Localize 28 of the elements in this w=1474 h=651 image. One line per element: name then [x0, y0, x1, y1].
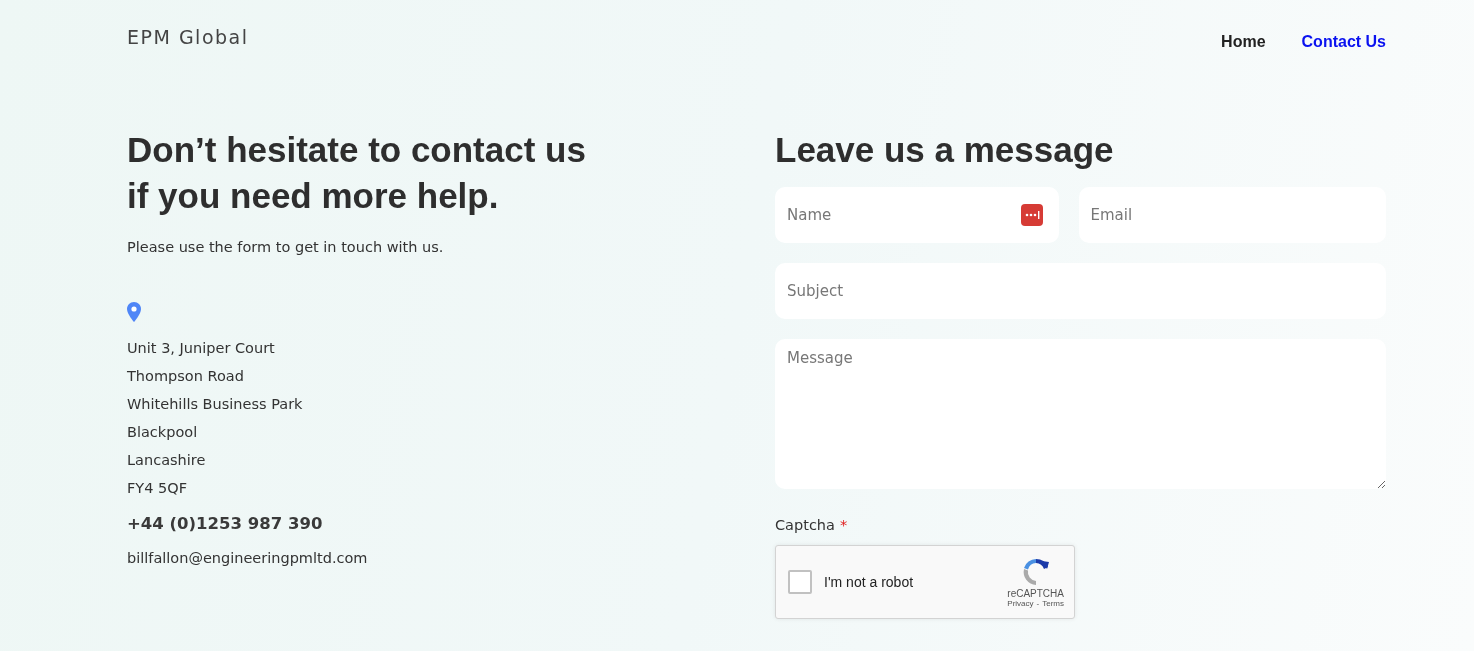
password-manager-icon[interactable]: [1020, 204, 1043, 226]
location-pin-icon: [127, 302, 141, 322]
recaptcha-link[interactable]: Terms: [1042, 599, 1064, 608]
nav-link[interactable]: Home: [1221, 33, 1266, 51]
address-line: Blackpool: [127, 423, 199, 442]
name-field[interactable]: Name: [775, 187, 1059, 243]
recaptcha-link[interactable]: Privacy: [1007, 599, 1034, 608]
link-separator: -: [1036, 599, 1040, 608]
contact-heading: Don’t hesitate to contact us if you need more help.: [127, 129, 586, 217]
address-line: Unit 3, Juniper Court: [127, 339, 276, 358]
address-line: Thompson Road: [127, 367, 245, 386]
captcha-label: Captcha: [775, 517, 835, 533]
phone-number: +44 (0)1253 987 390: [127, 514, 323, 533]
captcha-checkbox[interactable]: [788, 570, 812, 594]
email-address: billfallon@engineeringpmltd.com: [127, 550, 368, 566]
address-line: Whitehills Business Park: [127, 395, 303, 414]
address-line: Lancashire: [127, 451, 207, 470]
address-line: FY4 5QF: [127, 479, 188, 498]
intro-text: Please use the form to get in touch with us.: [127, 239, 444, 255]
subject-field[interactable]: Subject: [775, 263, 1386, 319]
site-logo[interactable]: EPM Global: [127, 26, 249, 48]
recaptcha-brand: reCAPTCHA: [1007, 588, 1064, 599]
form-title: Leave us a message: [775, 129, 1115, 171]
email-field[interactable]: Email: [1078, 187, 1386, 243]
captcha-checkbox-label: I'm not a robot: [824, 574, 915, 590]
nav-link[interactable]: Contact Us: [1301, 33, 1386, 51]
required-mark: *: [839, 517, 848, 533]
message-field[interactable]: Message: [775, 339, 1386, 489]
